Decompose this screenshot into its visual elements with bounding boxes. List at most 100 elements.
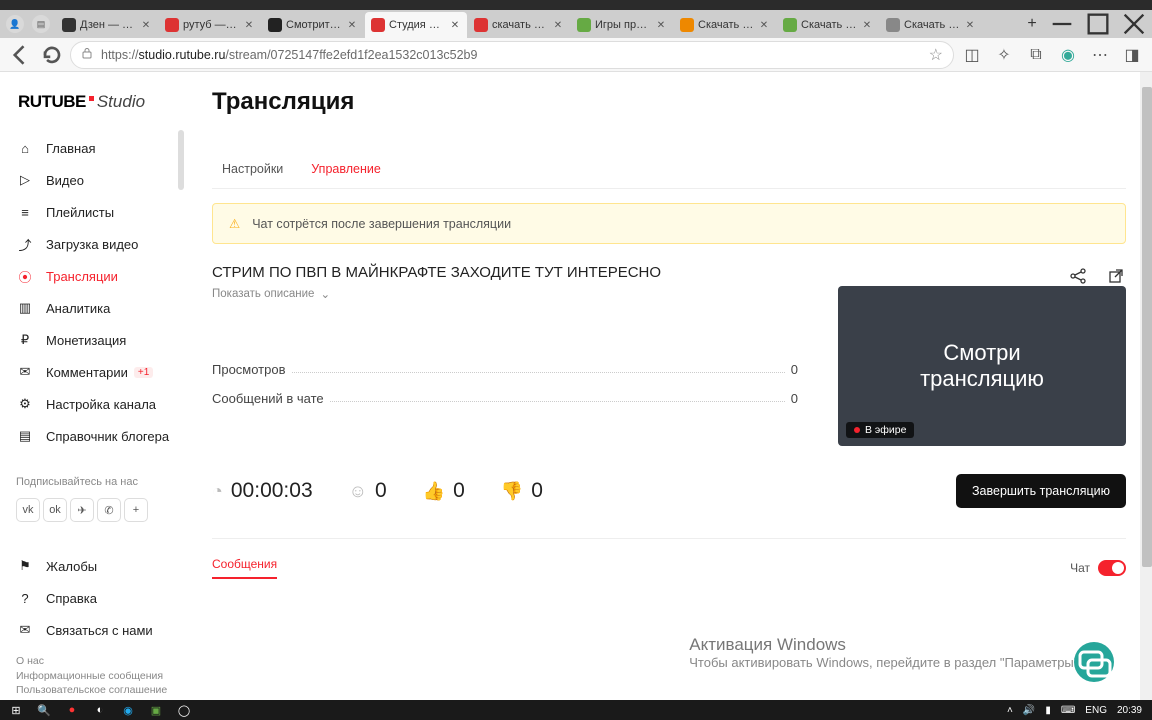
social-plus[interactable]: +: [124, 498, 148, 522]
sidebar-item-comment[interactable]: ✉Комментарии+1: [0, 356, 186, 388]
content-tab-1[interactable]: Управление: [311, 162, 381, 176]
star-icon[interactable]: ☆: [929, 45, 943, 65]
browser-tab-8[interactable]: Скачать фа✕: [880, 12, 982, 38]
social-tg[interactable]: ✈: [70, 498, 94, 522]
tab-label: Смотрите в: [286, 19, 342, 31]
stream-preview[interactable]: Смотритрансляцию В эфире: [838, 286, 1126, 446]
tab-favicon: [474, 18, 488, 32]
tab-close-icon[interactable]: ✕: [964, 19, 976, 31]
taskbar-app-3[interactable]: ◉: [116, 701, 140, 719]
support-fab[interactable]: [1074, 642, 1114, 682]
start-button[interactable]: ⊞: [4, 701, 28, 719]
url-input[interactable]: https://studio.rutube.ru/stream/0725147f…: [70, 41, 954, 69]
footer-link[interactable]: Пользовательское соглашение: [16, 683, 170, 698]
social-vk[interactable]: vk: [16, 498, 40, 522]
extensions-icon[interactable]: ◉: [1054, 41, 1082, 69]
window-maximize[interactable]: [1080, 10, 1116, 38]
sidebar-item-label: Связаться с нами: [46, 623, 153, 638]
taskbar-app-4[interactable]: ▣: [144, 701, 168, 719]
browser-tab-6[interactable]: Скачать игр✕: [674, 12, 776, 38]
browser-tab-0[interactable]: Дзен — пла✕: [56, 12, 158, 38]
taskbar-app-1[interactable]: ●: [60, 701, 84, 719]
window-minimize[interactable]: [1044, 10, 1080, 38]
sidebar-item-label: Аналитика: [46, 301, 110, 316]
sidebar-item-gear[interactable]: ⚙Настройка канала: [0, 388, 186, 420]
logo[interactable]: RUTUBEStudio: [0, 92, 186, 132]
mail-icon: ✉: [16, 621, 34, 639]
taskbar[interactable]: ⊞ 🔍 ● ◐ ◉ ▣ ◯ ˄ 🔊 ▮ ⌨ ENG 20:39: [0, 700, 1152, 720]
comment-icon: ✉: [16, 363, 34, 381]
page-scrollbar[interactable]: [1140, 72, 1152, 700]
tray-time[interactable]: 20:39: [1117, 705, 1142, 716]
browser-tab-5[interactable]: Игры про в✕: [571, 12, 673, 38]
show-description-toggle[interactable]: Показать описание ⌄: [212, 287, 330, 301]
stat-row-0: Просмотров0: [212, 362, 798, 377]
social-vb[interactable]: ✆: [97, 498, 121, 522]
sidebar-lower-mail[interactable]: ✉ Связаться с нами: [0, 614, 186, 646]
chevron-down-icon: ⌄: [320, 287, 330, 301]
tab-close-icon[interactable]: ✕: [552, 19, 564, 31]
profile-icon[interactable]: 👤: [6, 15, 24, 33]
new-tab-button[interactable]: +: [1020, 12, 1044, 36]
sidebar-item-label: Монетизация: [46, 333, 126, 348]
workspace-icon[interactable]: ▤: [32, 15, 50, 33]
sidebar-item-play[interactable]: ▷Видео: [0, 164, 186, 196]
sidebar-item-book[interactable]: ▤Справочник блогера: [0, 420, 186, 452]
browser-tab-3[interactable]: Студия RUT✕: [365, 12, 467, 38]
tray-chevron[interactable]: ˄: [1007, 705, 1013, 716]
chat-tab-messages[interactable]: Сообщения: [212, 557, 277, 579]
open-external-icon[interactable]: [1106, 266, 1126, 286]
tab-favicon: [577, 18, 591, 32]
end-stream-button[interactable]: Завершить трансляцию: [956, 474, 1126, 508]
chat-toggle[interactable]: [1098, 560, 1126, 576]
warning-icon: ⚠: [229, 216, 240, 231]
browser-tab-1[interactable]: рутуб — Ян✕: [159, 12, 261, 38]
sidebar-item-list[interactable]: ≡Плейлисты: [0, 196, 186, 228]
footer-link[interactable]: О нас: [16, 654, 170, 669]
taskbar-app-2[interactable]: ◐: [88, 701, 112, 719]
content-tab-0[interactable]: Настройки: [222, 162, 283, 176]
sidebar-scrollbar[interactable]: [178, 130, 184, 190]
tray-network-icon[interactable]: ▮: [1045, 705, 1051, 716]
browser-tab-4[interactable]: скачать игр✕: [468, 12, 570, 38]
sidebar-item-broadcast[interactable]: ⦿Трансляции: [0, 260, 186, 292]
sidebar-lower-flag[interactable]: ⚑Жалобы: [0, 550, 186, 582]
tab-close-icon[interactable]: ✕: [655, 19, 667, 31]
sidebar-item-chart[interactable]: ▥ Аналитика: [0, 292, 186, 324]
sidebar-item-upload[interactable]: ⤴Загрузка видео: [0, 228, 186, 260]
sidebar-icon[interactable]: ◨: [1118, 41, 1146, 69]
browser-tab-2[interactable]: Смотрите в ✕: [262, 12, 364, 38]
tab-close-icon[interactable]: ✕: [243, 19, 255, 31]
favorites-icon[interactable]: ✧: [990, 41, 1018, 69]
sidebar-lower-help[interactable]: ?Справка: [0, 582, 186, 614]
taskbar-app-5[interactable]: ◯: [172, 701, 196, 719]
stat-row-1: Сообщений в чате0: [212, 391, 798, 406]
tab-close-icon[interactable]: ✕: [758, 19, 770, 31]
tab-close-icon[interactable]: ✕: [140, 19, 152, 31]
tray-keyboard-icon[interactable]: ⌨: [1061, 705, 1075, 716]
search-button[interactable]: 🔍: [32, 701, 56, 719]
sidebar-item-ruble[interactable]: ₽Монетизация: [0, 324, 186, 356]
chart-icon: ▥: [16, 299, 34, 317]
browser-tab-7[interactable]: Скачать игр✕: [777, 12, 879, 38]
menu-icon[interactable]: ⋯: [1086, 41, 1114, 69]
help-icon: ?: [16, 589, 34, 607]
reload-button[interactable]: [38, 41, 66, 69]
sidebar-item-home[interactable]: ⌂Главная: [0, 132, 186, 164]
list-icon: ≡: [16, 203, 34, 221]
social-ok[interactable]: ok: [43, 498, 67, 522]
stream-title: СТРИМ ПО ПВП В МАЙНКРАФТЕ ЗАХОДИТЕ ТУТ И…: [212, 264, 1068, 281]
tab-close-icon[interactable]: ✕: [861, 19, 873, 31]
window-close[interactable]: [1116, 10, 1152, 38]
back-button[interactable]: [6, 41, 34, 69]
tray-volume-icon[interactable]: 🔊: [1023, 705, 1035, 716]
share-icon[interactable]: [1068, 266, 1088, 286]
stat-label: Просмотров: [212, 362, 286, 377]
footer-link[interactable]: Информационные сообщения: [16, 669, 170, 684]
address-bar: https://studio.rutube.ru/stream/0725147f…: [0, 38, 1152, 72]
collections-icon[interactable]: ⧉: [1022, 41, 1050, 69]
tab-close-icon[interactable]: ✕: [346, 19, 358, 31]
split-icon[interactable]: ◫: [958, 41, 986, 69]
tab-close-icon[interactable]: ✕: [449, 19, 461, 31]
tray-language[interactable]: ENG: [1085, 705, 1107, 716]
